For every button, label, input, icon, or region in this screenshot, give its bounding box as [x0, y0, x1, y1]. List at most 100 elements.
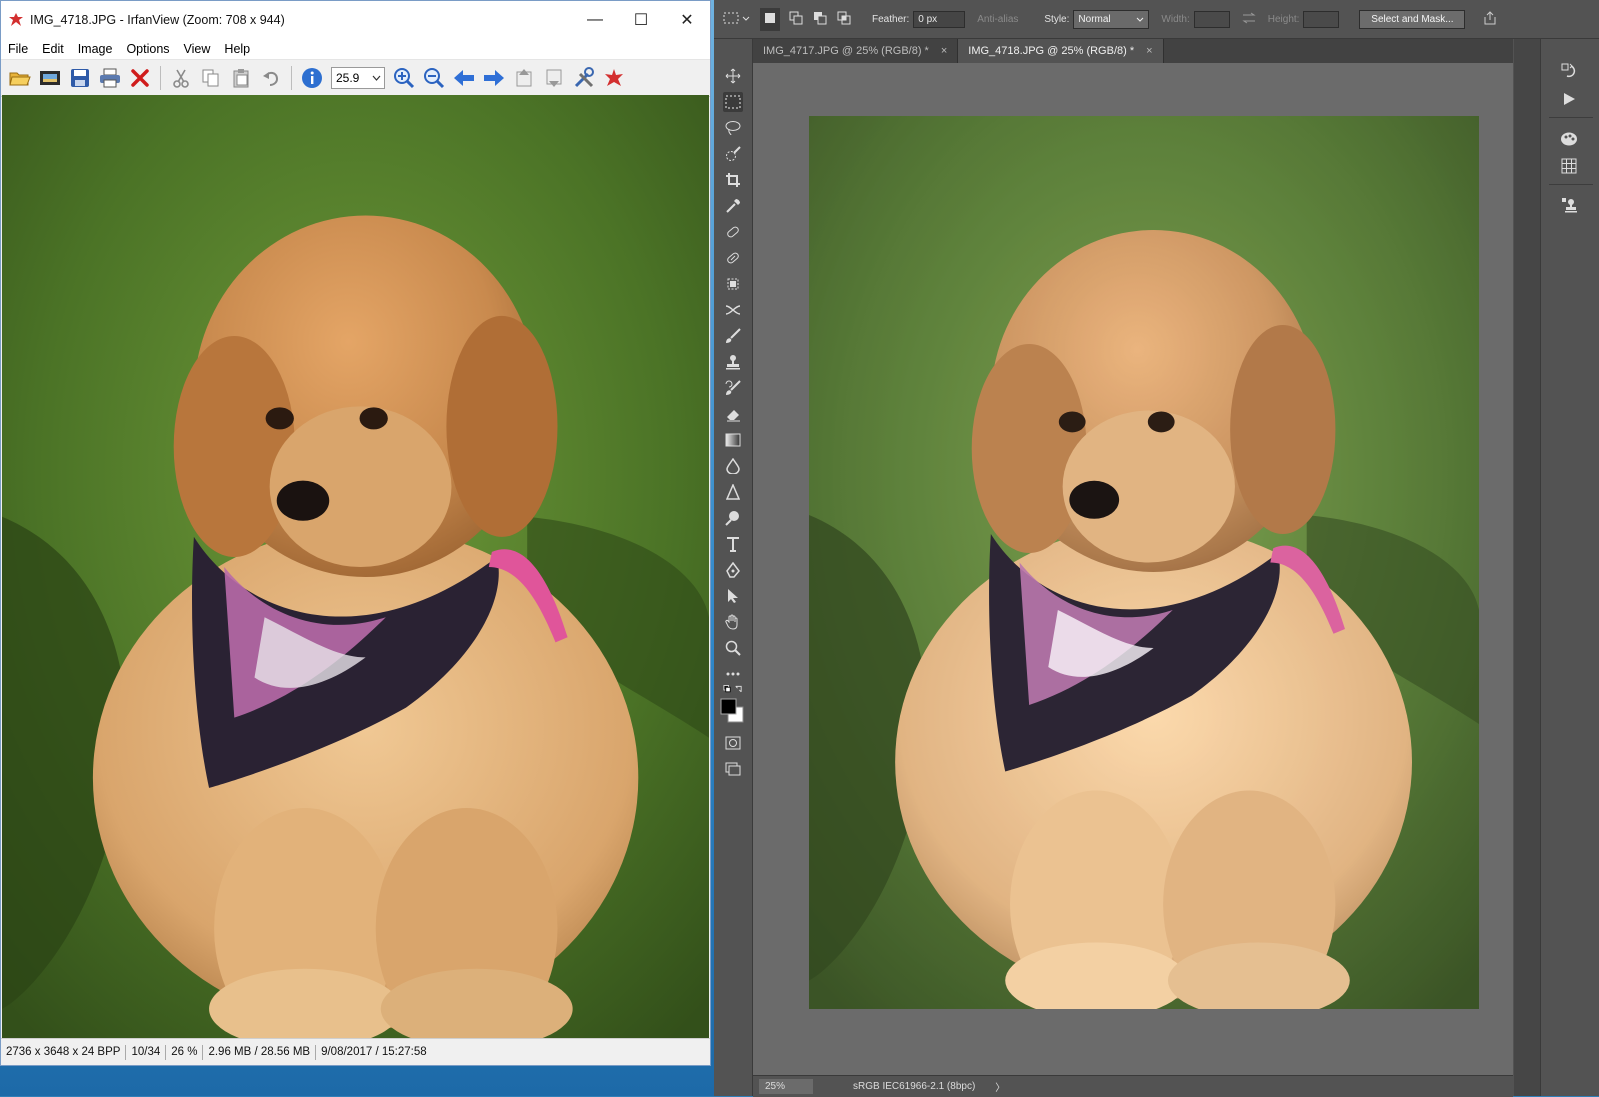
height-input[interactable]: [1303, 10, 1340, 28]
menu-help[interactable]: Help: [217, 42, 257, 56]
zoom-out-icon[interactable]: [421, 65, 447, 91]
share-icon[interactable]: [1483, 10, 1497, 28]
save-icon[interactable]: [67, 65, 93, 91]
close-button[interactable]: ✕: [664, 1, 710, 39]
path-selection-tool-icon[interactable]: [723, 586, 743, 606]
status-zoom-field[interactable]: 25%: [759, 1079, 813, 1094]
height-label: Height:: [1267, 13, 1300, 25]
menu-options[interactable]: Options: [119, 42, 176, 56]
first-page-icon[interactable]: [511, 65, 537, 91]
pen-tool-icon[interactable]: [723, 560, 743, 580]
content-aware-move-tool-icon[interactable]: [723, 300, 743, 320]
quick-mask-icon[interactable]: [723, 733, 743, 753]
width-label: Width:: [1161, 13, 1190, 25]
subtract-from-selection-icon[interactable]: [812, 10, 828, 29]
status-menu-arrow[interactable]: 〉: [995, 1079, 1005, 1094]
previous-image-icon[interactable]: [451, 65, 477, 91]
style-label: Style:: [1044, 13, 1070, 25]
menu-file[interactable]: File: [1, 42, 35, 56]
antialias-label: Anti-alias: [977, 13, 1019, 25]
toolbar-separator: [291, 66, 292, 90]
slideshow-icon[interactable]: [37, 65, 63, 91]
irfanview-logo-icon: [9, 13, 23, 26]
zoom-tool-icon[interactable]: [723, 638, 743, 658]
add-to-selection-icon[interactable]: [788, 10, 804, 29]
tab-close-button[interactable]: ×: [1146, 45, 1152, 57]
lasso-tool-icon[interactable]: [723, 118, 743, 138]
menu-edit[interactable]: Edit: [35, 42, 71, 56]
undo-icon[interactable]: [258, 65, 284, 91]
panel-separator: [1549, 117, 1593, 118]
last-page-icon[interactable]: [541, 65, 567, 91]
zoom-select-value: 25.9: [336, 71, 360, 85]
status-file-index: 10/34: [126, 1044, 167, 1060]
new-selection-icon[interactable]: [760, 7, 780, 31]
irfanview-about-icon[interactable]: [601, 65, 627, 91]
clone-source-panel-icon[interactable]: [1559, 195, 1579, 215]
feather-input[interactable]: 0 px: [913, 10, 966, 28]
spot-healing-brush-tool-icon[interactable]: [723, 222, 743, 242]
clone-stamp-tool-icon[interactable]: [723, 352, 743, 372]
type-tool-icon[interactable]: [723, 534, 743, 554]
irfanview-title-bar[interactable]: IMG_4718.JPG - IrfanView (Zoom: 708 x 94…: [1, 1, 710, 39]
tab-img-4718[interactable]: IMG_4718.JPG @ 25% (RGB/8) * ×: [958, 39, 1164, 63]
screen-mode-icon[interactable]: [723, 759, 743, 779]
select-and-mask-button[interactable]: Select and Mask...: [1359, 9, 1466, 29]
dodge-tool-icon[interactable]: [723, 508, 743, 528]
foreground-background-color-icon[interactable]: [719, 697, 745, 725]
cut-icon[interactable]: [168, 65, 194, 91]
sharpen-tool-icon[interactable]: [723, 482, 743, 502]
tab-label: IMG_4718.JPG @ 25% (RGB/8) *: [968, 45, 1135, 57]
history-brush-tool-icon[interactable]: [723, 378, 743, 398]
menu-view[interactable]: View: [177, 42, 218, 56]
maximize-button[interactable]: ☐: [618, 1, 664, 39]
eraser-tool-icon[interactable]: [723, 404, 743, 424]
intersect-selection-icon[interactable]: [836, 10, 852, 29]
crop-tool-icon[interactable]: [723, 170, 743, 190]
antialias-checkbox[interactable]: Anti-alias: [977, 14, 1018, 25]
gradient-tool-icon[interactable]: [723, 430, 743, 450]
quick-selection-tool-icon[interactable]: [723, 144, 743, 164]
next-image-icon[interactable]: [481, 65, 507, 91]
irfanview-status-bar: 2736 x 3648 x 24 BPP 10/34 26 % 2.96 MB …: [1, 1038, 710, 1065]
document-canvas-area[interactable]: [753, 63, 1513, 1075]
photoshop-status-bar: 25% sRGB IEC61966-2.1 (8bpc) 〉: [753, 1075, 1513, 1097]
irfanview-menu-bar: File Edit Image Options View Help: [1, 39, 710, 60]
blur-tool-icon[interactable]: [723, 456, 743, 476]
color-panel-icon[interactable]: [1559, 129, 1579, 149]
copy-icon[interactable]: [198, 65, 224, 91]
paste-icon[interactable]: [228, 65, 254, 91]
swatches-panel-icon[interactable]: [1559, 156, 1579, 176]
print-icon[interactable]: [97, 65, 123, 91]
zoom-in-icon[interactable]: [391, 65, 417, 91]
properties-tools-icon[interactable]: [571, 65, 597, 91]
actions-play-icon[interactable]: [1559, 89, 1579, 109]
move-tool-icon[interactable]: [723, 66, 743, 86]
status-dimensions: 2736 x 3648 x 24 BPP: [1, 1044, 127, 1060]
chevron-down-icon: [1137, 17, 1144, 22]
open-folder-icon[interactable]: [7, 65, 33, 91]
info-icon[interactable]: [299, 65, 325, 91]
delete-icon[interactable]: [127, 65, 153, 91]
minimize-button[interactable]: —: [572, 1, 618, 39]
hand-tool-icon[interactable]: [723, 612, 743, 632]
zoom-select[interactable]: 25.9: [331, 67, 385, 89]
healing-patch-tool-icon[interactable]: [723, 248, 743, 268]
width-input[interactable]: [1193, 10, 1230, 28]
document-image[interactable]: [809, 116, 1479, 1009]
content-aware-tool-icon[interactable]: [723, 274, 743, 294]
style-select[interactable]: Normal: [1073, 9, 1150, 29]
swap-dimensions-icon[interactable]: [1242, 12, 1256, 27]
marquee-preset-icon[interactable]: [722, 10, 750, 29]
brush-tool-icon[interactable]: [723, 326, 743, 346]
history-panel-icon[interactable]: [1559, 61, 1579, 81]
irfanview-window: IMG_4718.JPG - IrfanView (Zoom: 708 x 94…: [0, 0, 711, 1066]
menu-image[interactable]: Image: [71, 42, 120, 56]
irfanview-toolbar: 25.9: [1, 60, 710, 97]
rectangular-marquee-tool-icon[interactable]: [723, 92, 743, 112]
irfanview-image-view[interactable]: [2, 95, 709, 1039]
tab-close-button[interactable]: ×: [941, 45, 947, 57]
status-datetime: 9/08/2017 / 15:27:58: [321, 1045, 427, 1058]
eyedropper-tool-icon[interactable]: [723, 196, 743, 216]
tab-img-4717[interactable]: IMG_4717.JPG @ 25% (RGB/8) * ×: [753, 39, 959, 63]
